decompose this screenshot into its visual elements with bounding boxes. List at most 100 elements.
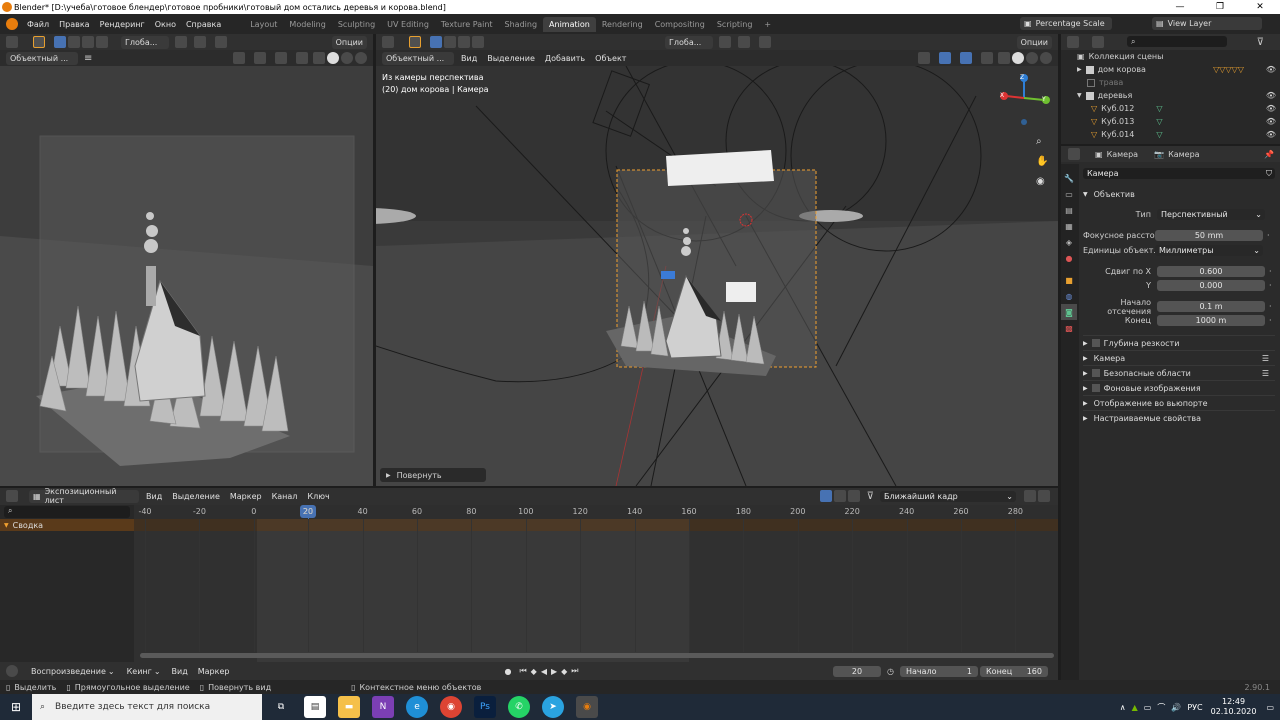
channel-search-input[interactable]: ⌕ [4, 506, 130, 518]
checkbox-icon[interactable] [1085, 91, 1094, 100]
right-gizmo-icon[interactable] [939, 52, 951, 64]
taskbar-search-box[interactable]: ⌕ Введите здесь текст для поиска [32, 694, 262, 720]
mode-new-icon[interactable] [54, 36, 66, 48]
right-menu-object[interactable]: Объект [590, 54, 631, 63]
stopwatch-icon[interactable]: ◷ [887, 667, 894, 676]
playback-view-menu[interactable]: Вид [167, 667, 193, 676]
close-button[interactable]: ✕ [1240, 0, 1280, 14]
minimize-button[interactable]: — [1160, 0, 1200, 14]
lens-unit-dropdown[interactable]: Миллиметры ⌄ [1155, 245, 1263, 256]
checkbox-icon[interactable] [1091, 369, 1100, 377]
expand-arrow-icon[interactable]: ▶ [1077, 66, 1082, 73]
keyframe-dot-icon[interactable]: · [1269, 302, 1272, 311]
mode-extend-icon[interactable] [68, 36, 80, 48]
checkbox-icon[interactable] [1091, 339, 1100, 347]
checkbox-icon[interactable] [1091, 384, 1100, 392]
maximize-button[interactable]: ❐ [1200, 0, 1240, 14]
jump-end-icon[interactable]: ⏭ [571, 666, 578, 676]
dopesheet-mode-dropdown[interactable]: ▦ Экспозиционный лист [29, 487, 139, 505]
shading-render-icon[interactable] [355, 52, 367, 64]
shield-icon[interactable]: ⛉ [1266, 169, 1272, 179]
menu-window[interactable]: Окно [150, 20, 181, 29]
checkbox-icon[interactable] [1087, 78, 1095, 87]
right-menu-view[interactable]: Вид [456, 54, 482, 63]
play-icon[interactable]: ▶ [551, 667, 557, 676]
timeline-editor-icon[interactable] [6, 665, 18, 677]
volume-icon[interactable]: 🔊 [1171, 703, 1181, 712]
ds-menu-channel[interactable]: Канал [267, 492, 303, 501]
left-viewport[interactable] [0, 66, 373, 486]
jump-start-icon[interactable]: ⏮ [519, 666, 526, 676]
filter-icon[interactable]: ⊽ [1257, 37, 1264, 48]
outliner-row[interactable]: ▽ Куб.013 ▽ 👁 [1061, 115, 1280, 128]
focal-length-field[interactable]: 50 mm [1155, 230, 1263, 241]
onenote-icon[interactable]: N [372, 696, 394, 718]
world-tab-icon[interactable]: ● [1061, 250, 1077, 266]
blender-taskbar-icon[interactable]: ◉ [576, 696, 598, 718]
add-workspace-icon[interactable]: + [758, 17, 777, 32]
task-view-icon[interactable]: ⧉ [270, 696, 292, 718]
output-tab-icon[interactable]: ▤ [1061, 202, 1077, 218]
file-explorer-icon[interactable]: ▬ [338, 696, 360, 718]
eye-icon[interactable]: 👁 [1266, 130, 1276, 139]
store-icon[interactable]: ▤ [304, 696, 326, 718]
filter-icon[interactable]: ⊽ [867, 491, 874, 502]
right-select-box-icon[interactable] [409, 36, 421, 48]
outliner-row[interactable]: ▽ Куб.014 ▽ 👁 [1061, 128, 1280, 141]
right-mode-extend-icon[interactable] [444, 36, 456, 48]
panel-lens[interactable]: ▼ Объектив [1083, 187, 1275, 202]
pivot-icon[interactable] [175, 36, 187, 48]
right-shading-wire-icon[interactable] [998, 52, 1010, 64]
tray-arrow-icon[interactable]: ∧ [1120, 703, 1126, 712]
menu-file[interactable]: Файл [22, 20, 54, 29]
snap-mode-dropdown[interactable]: Ближайший кадр ⌄ [880, 490, 1016, 502]
wifi-icon[interactable]: ⌒ [1157, 702, 1165, 713]
view-layer-selector[interactable]: ▤ View Layer [1152, 17, 1262, 30]
ds-menu-view[interactable]: Вид [141, 492, 167, 501]
keyframe-dot-icon[interactable]: · [1269, 316, 1272, 325]
dopesheet-region[interactable]: 20 -40 -20 0 20 40 60 80 100 120 140 160 180 200 220 2… [134, 505, 1058, 662]
last-operator-panel[interactable]: ▶ Повернуть [380, 468, 486, 482]
outliner-row[interactable]: ▣ Коллекция сцены [1061, 50, 1280, 63]
panel-custom-properties[interactable]: ▶ Настраиваемые свойства [1083, 410, 1275, 425]
shift-x-field[interactable]: 0.600 [1157, 266, 1265, 277]
photoshop-icon[interactable]: Ps [474, 696, 496, 718]
keying-menu[interactable]: Кеинг ⌄ [123, 665, 165, 678]
play-reverse-icon[interactable]: ◀ [541, 667, 547, 676]
right-viewport[interactable]: Из камеры перспектива (20) дом корова | … [376, 66, 1058, 486]
right-mode-dropdown[interactable]: Объектный ... [382, 51, 454, 65]
right-menu-add[interactable]: Добавить [540, 54, 590, 63]
eye-icon[interactable]: 👁 [1266, 104, 1276, 113]
snap-icon[interactable] [194, 36, 206, 48]
eye-icon[interactable]: 👁 [1266, 91, 1276, 100]
windows-start-icon[interactable]: ⊞ [0, 700, 32, 714]
whatsapp-icon[interactable]: ✆ [508, 696, 530, 718]
tab-layout[interactable]: Layout [244, 17, 283, 32]
right-shading-material-icon[interactable] [1026, 52, 1038, 64]
frame-end-field[interactable]: Конец 160 [980, 665, 1048, 677]
expand-arrow-icon[interactable]: ▼ [1077, 92, 1082, 99]
falloff-icon[interactable] [1038, 490, 1050, 502]
panel-safe-areas[interactable]: ▶ Безопасные области ☰ [1083, 365, 1275, 380]
right-xray-icon[interactable] [981, 52, 993, 64]
proportional-edit-icon[interactable] [1024, 490, 1036, 502]
eye-icon[interactable]: 👁 [1266, 65, 1276, 74]
right-overlay-icon[interactable] [960, 52, 972, 64]
render-tab-icon[interactable]: ▭ [1061, 186, 1077, 202]
keyframe-dot-icon[interactable]: · [1269, 267, 1272, 276]
tool-tab-icon[interactable]: 🔧 [1061, 170, 1077, 186]
tab-sculpting[interactable]: Sculpting [332, 17, 381, 32]
texture-tab-icon[interactable]: ▩ [1061, 320, 1077, 336]
camera-view-icon[interactable]: ◉ [1036, 172, 1048, 192]
right-proportional-icon[interactable] [759, 36, 771, 48]
properties-editor-icon[interactable] [1068, 148, 1080, 160]
right-snap-icon[interactable] [738, 36, 750, 48]
constraints-tab-icon[interactable]: ◍ [1061, 288, 1077, 304]
outliner-row[interactable]: ▼ деревья 👁 [1061, 89, 1280, 102]
tab-compositing[interactable]: Compositing [649, 17, 711, 32]
right-shading-render-icon[interactable] [1040, 52, 1052, 64]
shading-solid-icon[interactable] [327, 52, 339, 64]
tab-animation[interactable]: Animation [543, 16, 596, 32]
only-selected-icon[interactable] [819, 490, 832, 502]
blender-menu-icon[interactable] [6, 18, 18, 30]
